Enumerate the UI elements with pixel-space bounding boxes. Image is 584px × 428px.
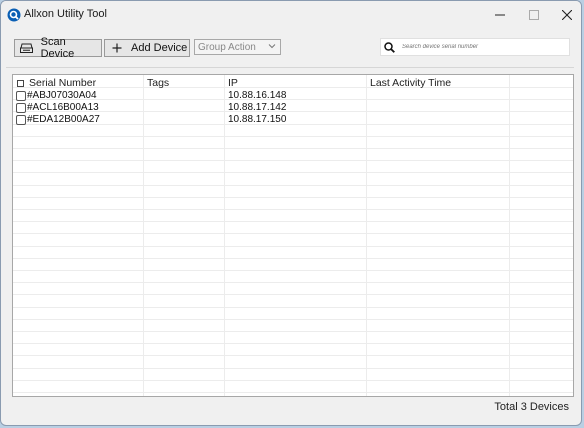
window-title: Allxon Utility Tool: [24, 8, 107, 20]
grid-line: [13, 343, 573, 344]
grid-line: [13, 294, 573, 295]
app-window: Allxon Utility Tool Scan Device Add Devi…: [0, 0, 582, 426]
row-checkbox[interactable]: [16, 115, 26, 125]
group-action-select[interactable]: Group Action: [194, 39, 281, 55]
app-logo-icon: [7, 8, 21, 22]
add-device-label: Add Device: [131, 42, 188, 54]
ip-cell: 10.88.17.150: [228, 114, 287, 125]
grid-line: [13, 368, 573, 369]
column-divider: [224, 75, 225, 396]
grid-line: [13, 331, 573, 332]
column-header-last-activity[interactable]: Last Activity Time: [370, 77, 451, 89]
plus-icon: [108, 43, 126, 53]
grid-line: [13, 307, 573, 308]
grid-line: [13, 392, 573, 393]
grid-line: [13, 258, 573, 259]
row-checkbox[interactable]: [16, 103, 26, 113]
grid-line: [13, 172, 573, 173]
column-header-serial[interactable]: Serial Number: [29, 77, 96, 89]
grid-line: [13, 197, 573, 198]
grid-line: [13, 319, 573, 320]
close-button[interactable]: [550, 1, 581, 29]
title-bar: Allxon Utility Tool: [1, 1, 581, 29]
grid-line: [13, 209, 573, 210]
scan-device-button[interactable]: Scan Device: [14, 36, 102, 60]
maximize-button[interactable]: [517, 1, 551, 29]
device-table: Serial Number Tags IP Last Activity Time…: [12, 74, 574, 397]
minimize-icon: [495, 14, 505, 16]
grid-line: [13, 136, 573, 137]
grid-line: [13, 270, 573, 271]
device-count-status: Total 3 Devices: [494, 401, 569, 413]
column-header-ip[interactable]: IP: [228, 77, 238, 89]
grid-line: [13, 185, 573, 186]
grid-line: [13, 99, 573, 100]
grid-line: [13, 233, 573, 234]
grid-line: [13, 355, 573, 356]
scan-device-label: Scan Device: [40, 36, 75, 60]
serial-number-cell: #ABJ07030A04: [27, 90, 97, 101]
column-divider: [143, 75, 144, 396]
ip-cell: 10.88.16.148: [228, 90, 287, 101]
toolbar: Scan Device Add Device Group Action: [6, 29, 576, 65]
grid-line: [13, 87, 573, 88]
grid-line: [13, 160, 573, 161]
column-divider: [509, 75, 510, 396]
group-action-value: Group Action: [198, 41, 256, 53]
grid-line: [13, 246, 573, 247]
add-device-button[interactable]: Add Device: [104, 39, 190, 57]
grid-line: [13, 282, 573, 283]
search-icon: [384, 41, 398, 53]
column-divider: [366, 75, 367, 396]
grid-line: [13, 148, 573, 149]
maximize-icon: [529, 10, 539, 20]
row-checkbox[interactable]: [16, 91, 26, 101]
serial-number-cell: #EDA12B00A27: [27, 114, 100, 125]
scanner-icon: [18, 43, 36, 53]
toolbar-divider: [6, 67, 574, 68]
ip-cell: 10.88.17.142: [228, 102, 287, 113]
search-box: [380, 38, 570, 56]
minimize-button[interactable]: [483, 1, 517, 29]
column-header-tags[interactable]: Tags: [147, 77, 169, 89]
search-input[interactable]: [398, 44, 562, 50]
grid-line: [13, 380, 573, 381]
chevron-down-icon: [268, 44, 276, 49]
serial-number-cell: #ACL16B00A13: [27, 102, 99, 113]
select-all-checkbox[interactable]: [17, 80, 24, 87]
grid-line: [13, 221, 573, 222]
close-icon: [562, 10, 572, 20]
